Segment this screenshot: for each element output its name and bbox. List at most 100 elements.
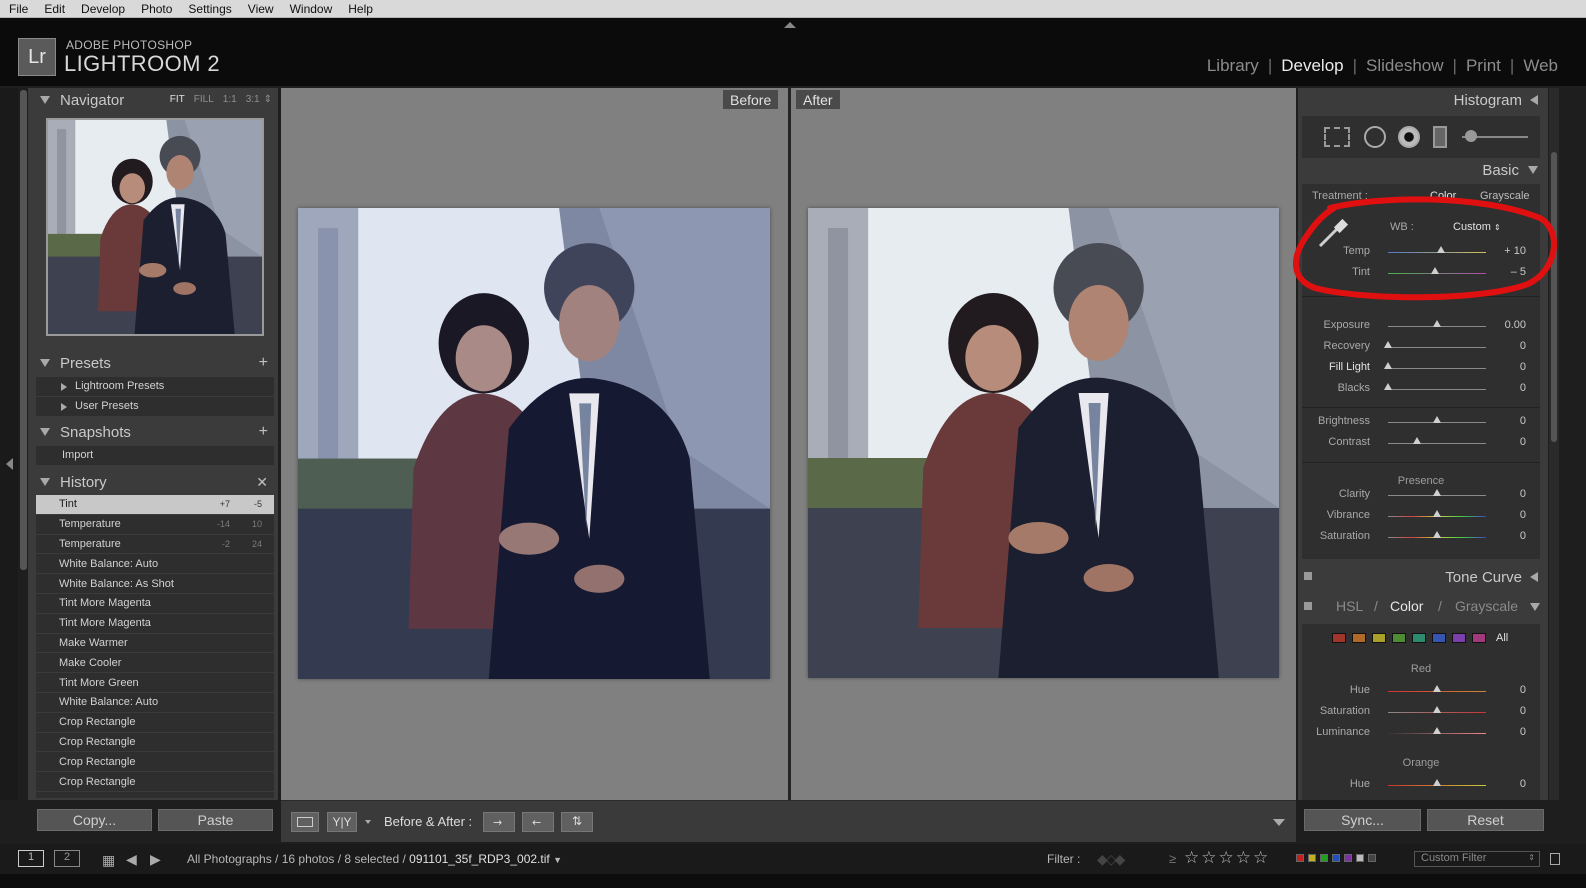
slider-knob[interactable] [1433, 685, 1441, 692]
before-photo[interactable] [298, 208, 770, 679]
collapse-left-arrow-icon[interactable] [6, 458, 13, 470]
slider-fill-light[interactable]: Fill Light 0 [1302, 358, 1540, 378]
color-swatch[interactable] [1332, 633, 1346, 643]
history-item[interactable]: Crop Rectangle [36, 733, 274, 753]
history-item[interactable]: Tint More Magenta [36, 594, 274, 614]
slider-exposure[interactable]: Exposure 0.00 [1302, 316, 1540, 336]
menu-file[interactable]: File [0, 2, 35, 16]
slider-hue[interactable]: Hue 0 [1302, 775, 1540, 795]
color-swatch[interactable] [1412, 633, 1426, 643]
slider-value[interactable]: 0 [1520, 382, 1526, 394]
toolbar-menu-arrow-icon[interactable] [1273, 819, 1285, 826]
left-scrollbar[interactable] [20, 90, 27, 570]
graduated-filter-icon[interactable] [1433, 126, 1447, 148]
slider-vibrance[interactable]: Vibrance 0 [1302, 506, 1540, 526]
module-web[interactable]: Web [1523, 56, 1558, 76]
slider-value[interactable]: 0 [1520, 509, 1526, 521]
slider-saturation[interactable]: Saturation 0 [1302, 527, 1540, 547]
menu-settings[interactable]: Settings [179, 2, 238, 16]
menu-photo[interactable]: Photo [132, 2, 179, 16]
swap-before-after-icon[interactable]: ⇅ [561, 812, 593, 832]
zoom-option-fill[interactable]: FILL [194, 94, 214, 105]
slider-saturation[interactable]: Saturation 0 [1302, 702, 1540, 722]
module-print[interactable]: Print [1466, 56, 1501, 76]
snapshots-header[interactable]: Snapshots + [28, 420, 278, 444]
clear-history-icon[interactable]: ✕ [256, 474, 268, 491]
star-rating-filter[interactable]: ☆☆☆☆☆ [1184, 848, 1270, 868]
slider-value[interactable]: 0 [1520, 436, 1526, 448]
spot-removal-icon[interactable] [1364, 126, 1386, 148]
slider-knob[interactable] [1433, 416, 1441, 423]
slider-value[interactable]: 0 [1520, 340, 1526, 352]
second-screen-button[interactable]: 2 [54, 850, 80, 867]
collapse-triangle-icon[interactable] [40, 96, 50, 104]
module-develop[interactable]: Develop [1281, 56, 1343, 76]
hsl-header[interactable]: HSL / Color / Grayscale [1298, 595, 1548, 619]
slider-value[interactable]: 0 [1520, 415, 1526, 427]
slider-value[interactable]: 0 [1520, 530, 1526, 542]
source-path[interactable]: All Photographs / 16 photos / 8 selected… [187, 852, 562, 866]
tab-hsl[interactable]: HSL [1336, 598, 1363, 614]
color-label-chip[interactable] [1368, 854, 1376, 862]
slider-knob[interactable] [1433, 531, 1441, 538]
tab-grayscale[interactable]: Grayscale [1455, 598, 1518, 614]
navigator-preview[interactable] [46, 118, 264, 336]
zoom-option-1-1[interactable]: 1:1 [223, 94, 237, 105]
rating-operator[interactable]: ≥ [1169, 851, 1176, 866]
color-label-chip[interactable] [1332, 854, 1340, 862]
history-header[interactable]: History ✕ [28, 470, 278, 494]
sync-button[interactable]: Sync... [1304, 809, 1421, 831]
slider-knob[interactable] [1384, 383, 1392, 390]
history-item[interactable]: Tint More Magenta [36, 614, 274, 634]
collapse-triangle-icon[interactable] [40, 428, 50, 436]
slider-value[interactable]: 0 [1520, 488, 1526, 500]
expand-triangle-icon[interactable] [1528, 166, 1538, 174]
slider-brightness[interactable]: Brightness 0 [1302, 412, 1540, 432]
color-swatch[interactable] [1472, 633, 1486, 643]
color-label-filter[interactable] [1296, 854, 1376, 862]
collapse-triangle-icon[interactable] [1530, 95, 1538, 105]
menu-window[interactable]: Window [281, 2, 340, 16]
history-item[interactable]: Temperature -14 10 [36, 515, 274, 535]
slider-value[interactable]: 0 [1520, 726, 1526, 738]
slider-blacks[interactable]: Blacks 0 [1302, 379, 1540, 399]
zoom-option-fit[interactable]: FIT [170, 94, 185, 105]
preset-folder[interactable]: Lightroom Presets [36, 377, 274, 397]
slider-knob[interactable] [1433, 706, 1441, 713]
tab-color[interactable]: Color [1390, 598, 1423, 614]
histogram-header[interactable]: Histogram [1298, 88, 1548, 112]
slider-contrast[interactable]: Contrast 0 [1302, 433, 1540, 453]
slider-knob[interactable] [1433, 489, 1441, 496]
main-screen-button[interactable]: 1 [18, 850, 44, 867]
grid-view-icon[interactable]: ▦ [102, 852, 115, 869]
slider-track[interactable] [1388, 389, 1486, 390]
expand-triangle-icon[interactable] [1530, 603, 1540, 611]
color-label-chip[interactable] [1296, 854, 1304, 862]
color-swatch[interactable] [1452, 633, 1466, 643]
right-scrollbar[interactable] [1549, 88, 1559, 800]
copy-after-to-before-icon[interactable]: ← [522, 812, 554, 832]
slider-knob[interactable] [1433, 510, 1441, 517]
add-preset-icon[interactable]: + [259, 354, 268, 372]
color-swatch[interactable] [1432, 633, 1446, 643]
slider-luminance[interactable]: Luminance 0 [1302, 723, 1540, 743]
collapse-triangle-icon[interactable] [40, 359, 50, 367]
forward-arrow-icon[interactable]: ▶ [150, 851, 161, 868]
tone-curve-header[interactable]: Tone Curve [1298, 565, 1548, 589]
chevron-down-icon[interactable] [365, 820, 371, 824]
color-label-chip[interactable] [1320, 854, 1328, 862]
slider-value[interactable]: 0.00 [1505, 319, 1526, 331]
crop-tool-icon[interactable] [1324, 127, 1350, 147]
panel-switch-icon[interactable] [1304, 572, 1312, 580]
color-swatch[interactable] [1352, 633, 1366, 643]
paste-button[interactable]: Paste [158, 809, 273, 831]
add-snapshot-icon[interactable]: + [259, 423, 268, 441]
slider-value[interactable]: 0 [1520, 778, 1526, 790]
history-item[interactable]: Make Warmer [36, 634, 274, 654]
slider-hue[interactable]: Hue 0 [1302, 681, 1540, 701]
slider-track[interactable] [1388, 368, 1486, 369]
history-item[interactable]: Tint More Green [36, 673, 274, 693]
snapshot-item[interactable]: Import [36, 446, 274, 466]
filter-lock-icon[interactable] [1550, 853, 1560, 865]
history-item[interactable]: Make Cooler [36, 653, 274, 674]
